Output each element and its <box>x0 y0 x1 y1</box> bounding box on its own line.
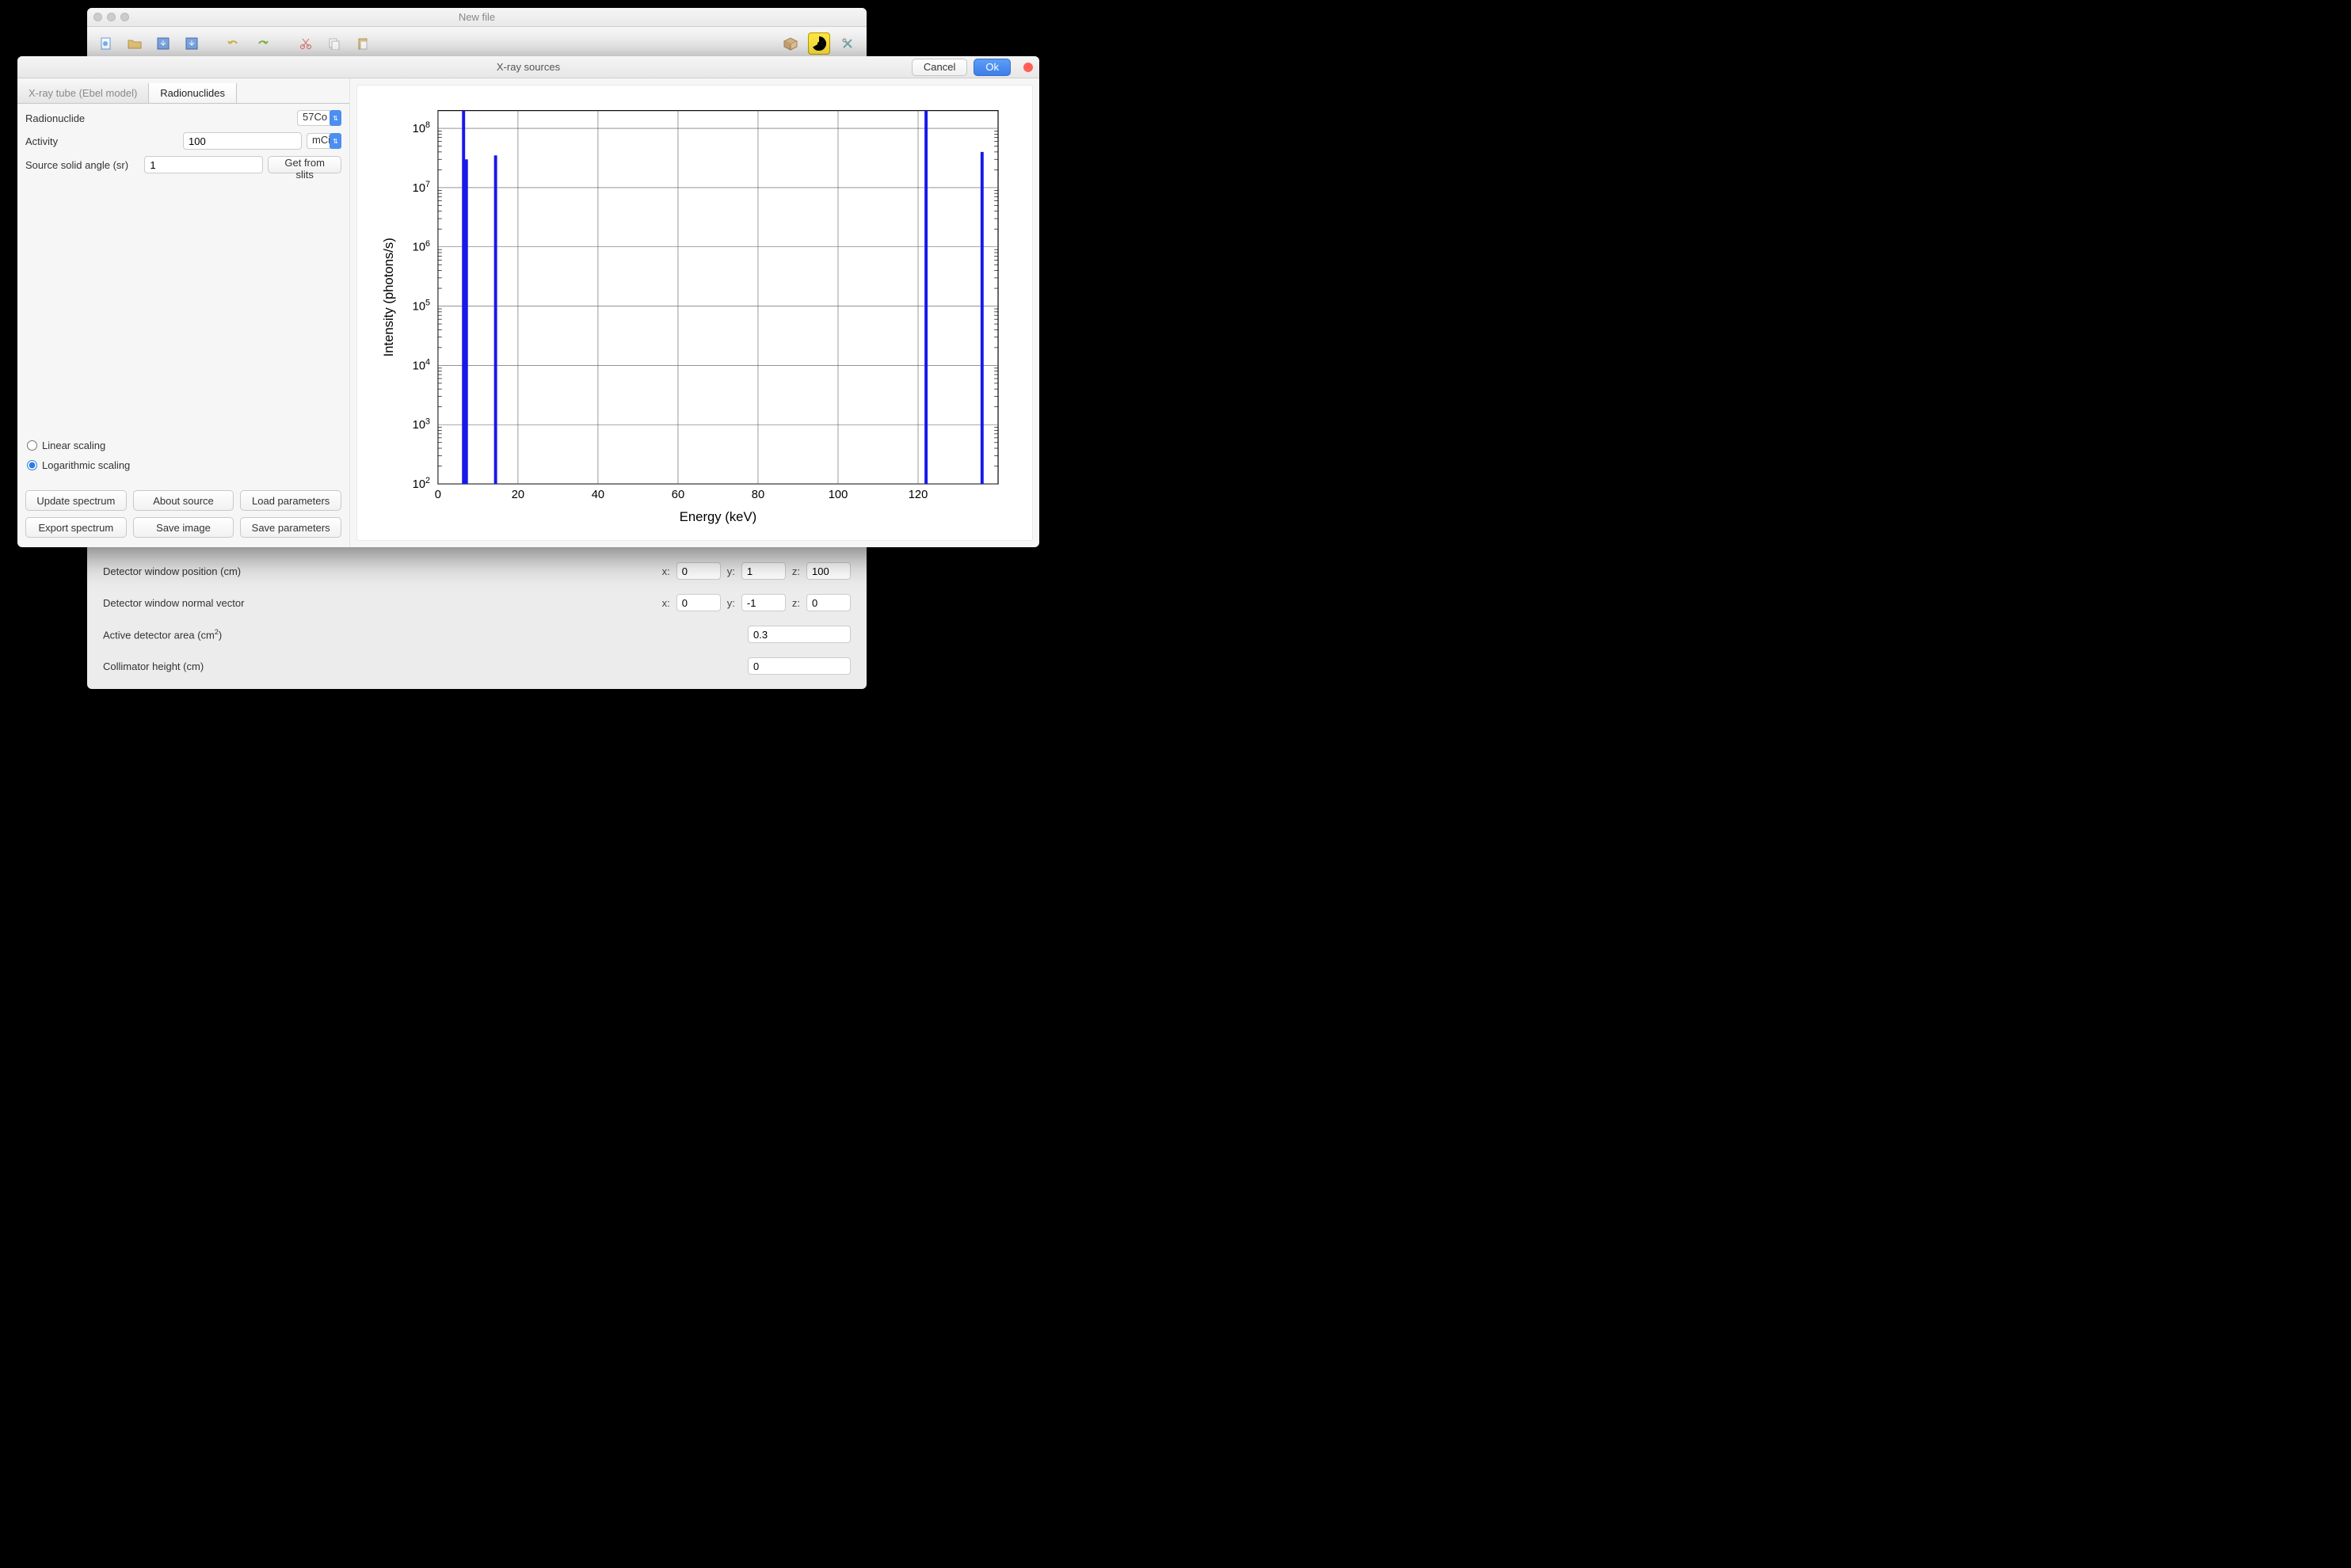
svg-text:60: 60 <box>672 489 684 501</box>
det-norm-y[interactable] <box>741 594 786 611</box>
detector-form: Detector window position (cm) x: y: z: D… <box>103 562 851 689</box>
svg-text:0: 0 <box>435 489 441 501</box>
left-panel: X-ray tube (Ebel model) Radionuclides Ra… <box>17 78 350 547</box>
active-area-input[interactable] <box>748 626 851 643</box>
label-activity: Activity <box>25 135 143 147</box>
solid-angle-input[interactable] <box>144 156 263 173</box>
svg-text:108: 108 <box>413 120 430 135</box>
chevron-updown-icon: ⇅ <box>330 110 341 126</box>
svg-text:40: 40 <box>592 489 604 501</box>
dialog-titlebar: X-ray sources Cancel Ok <box>17 56 1039 78</box>
cut-icon[interactable] <box>295 32 317 55</box>
activity-input[interactable] <box>183 132 302 150</box>
new-file-icon[interactable] <box>95 32 117 55</box>
window-controls[interactable] <box>93 13 129 21</box>
svg-text:104: 104 <box>413 357 430 372</box>
label-active-area: Active detector area (cm2) <box>103 628 748 641</box>
get-from-slits-button[interactable]: Get from slits <box>268 156 341 173</box>
radiation-icon[interactable] <box>808 32 830 55</box>
svg-text:Energy (keV): Energy (keV) <box>680 509 756 524</box>
export-spectrum-button[interactable]: Export spectrum <box>25 517 127 538</box>
save-as-icon[interactable] <box>181 32 203 55</box>
update-spectrum-button[interactable]: Update spectrum <box>25 490 127 511</box>
svg-text:102: 102 <box>413 476 430 491</box>
svg-text:120: 120 <box>909 489 928 501</box>
svg-text:100: 100 <box>829 489 848 501</box>
label-collimator-height: Collimator height (cm) <box>103 660 748 672</box>
spectrum-chart: 0 20 40 60 80 100 120 102 103 104 105 106 107 108 Ener… <box>356 85 1033 541</box>
save-parameters-button[interactable]: Save parameters <box>240 517 341 538</box>
package-icon[interactable] <box>779 32 802 55</box>
svg-text:80: 80 <box>752 489 764 501</box>
label-detector-window-position: Detector window position (cm) <box>103 565 662 577</box>
svg-text:106: 106 <box>413 239 430 254</box>
det-norm-z[interactable] <box>806 594 851 611</box>
svg-text:20: 20 <box>512 489 524 501</box>
linear-scaling-radio[interactable] <box>27 440 37 451</box>
log-scaling-radio[interactable] <box>27 460 37 470</box>
undo-icon[interactable] <box>223 32 246 55</box>
label-solid-angle: Source solid angle (sr) <box>25 159 139 171</box>
svg-text:105: 105 <box>413 299 430 314</box>
copy-icon[interactable] <box>323 32 345 55</box>
redo-icon[interactable] <box>252 32 274 55</box>
det-pos-z[interactable] <box>806 562 851 580</box>
toolbar <box>87 27 867 60</box>
save-image-button[interactable]: Save image <box>133 517 234 538</box>
det-norm-x[interactable] <box>676 594 721 611</box>
titlebar: New file <box>87 8 867 27</box>
dialog-title: X-ray sources <box>17 61 1039 73</box>
xray-sources-dialog: X-ray sources Cancel Ok X-ray tube (Ebel… <box>17 56 1039 547</box>
open-folder-icon[interactable] <box>124 32 146 55</box>
tab-radionuclides[interactable]: Radionuclides <box>149 83 237 103</box>
det-pos-x[interactable] <box>676 562 721 580</box>
load-parameters-button[interactable]: Load parameters <box>240 490 341 511</box>
settings-icon[interactable] <box>836 32 859 55</box>
window-title: New file <box>87 11 867 23</box>
svg-text:107: 107 <box>413 180 430 195</box>
det-pos-y[interactable] <box>741 562 786 580</box>
label-radionuclide: Radionuclide <box>25 112 143 124</box>
collimator-input[interactable] <box>748 657 851 675</box>
tab-xray-tube[interactable]: X-ray tube (Ebel model) <box>17 83 149 103</box>
activity-unit-select[interactable]: mCi ⇅ <box>307 133 341 149</box>
chevron-updown-icon: ⇅ <box>330 133 341 149</box>
svg-text:Intensity (photons/s): Intensity (photons/s) <box>381 238 396 356</box>
paste-icon[interactable] <box>352 32 374 55</box>
about-source-button[interactable]: About source <box>133 490 234 511</box>
svg-text:103: 103 <box>413 417 430 432</box>
radionuclide-select[interactable]: 57Co ⇅ <box>297 110 341 126</box>
label-detector-window-normal: Detector window normal vector <box>103 597 662 609</box>
save-icon[interactable] <box>152 32 174 55</box>
